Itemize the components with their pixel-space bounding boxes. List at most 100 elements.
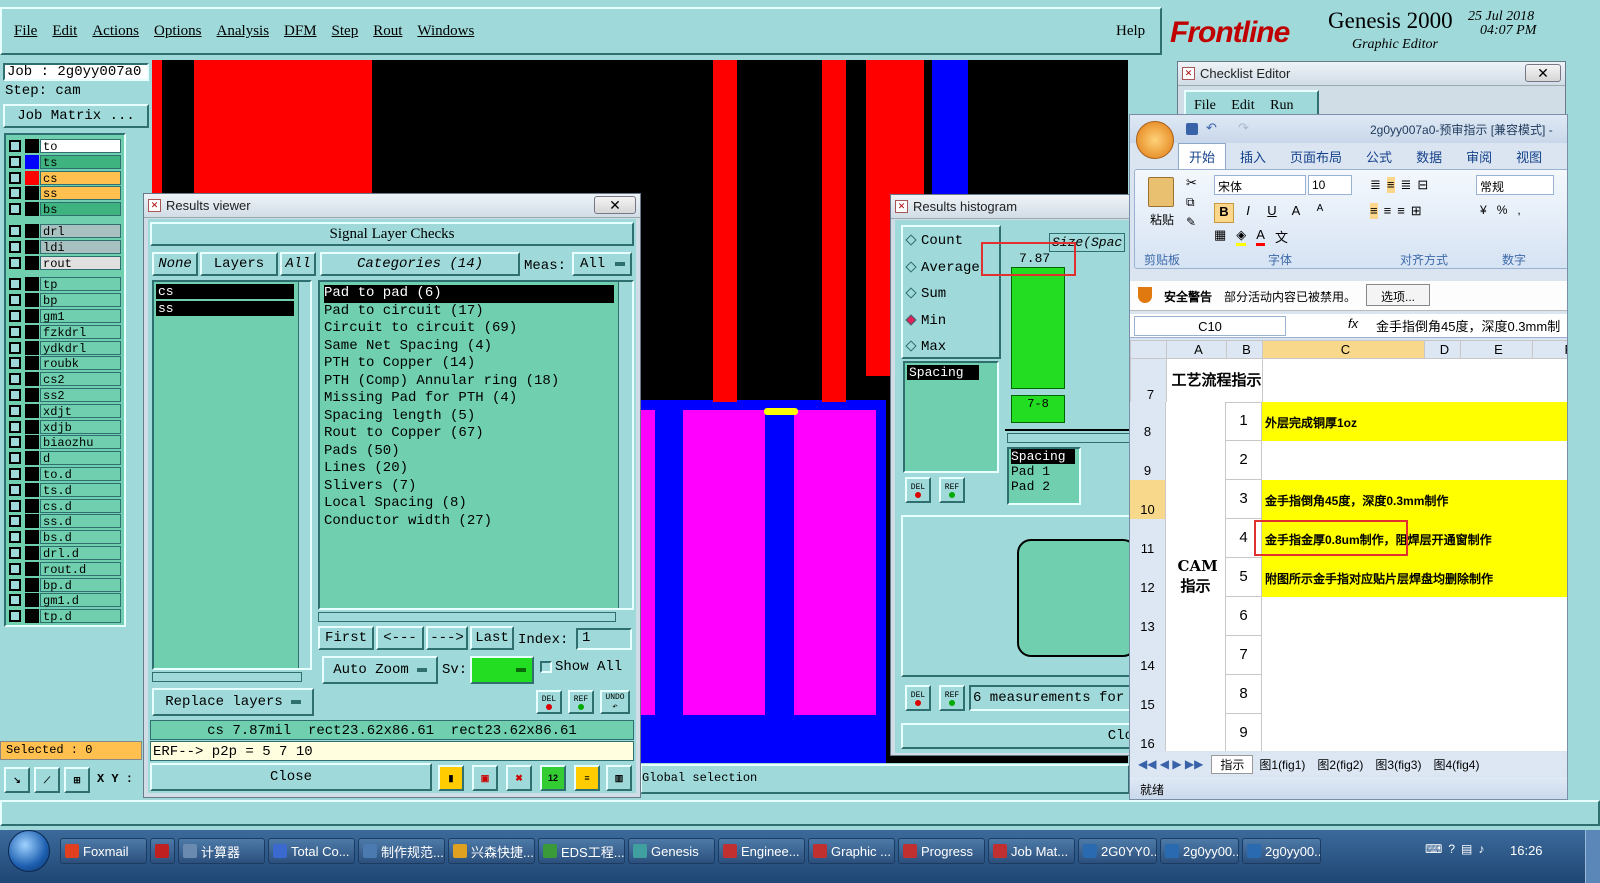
layer-row-bp[interactable]: bp	[9, 293, 121, 308]
layer-checkbox[interactable]	[9, 357, 21, 370]
layer-list-hscroll[interactable]	[152, 672, 302, 682]
taskbar-item[interactable]: 2g0yy00...	[1242, 838, 1321, 864]
col-header-d[interactable]: D	[1424, 340, 1461, 359]
layer-row-ts[interactable]: ts	[9, 154, 121, 170]
align-left-icon[interactable]: ≡	[1370, 203, 1378, 219]
first-button[interactable]: First	[318, 626, 374, 650]
histogram-list[interactable]: Spacing	[903, 361, 999, 473]
row-number-cell[interactable]: 6	[1226, 597, 1262, 636]
layer-name[interactable]: ss.d	[40, 514, 121, 529]
currency-icon[interactable]: ¥	[1480, 203, 1487, 217]
layer-name[interactable]: xdjt	[40, 403, 121, 419]
row-number-cell[interactable]: 1	[1226, 402, 1262, 441]
next-button[interactable]: --->	[426, 626, 468, 650]
layer-row-xdjb[interactable]: xdjb	[9, 419, 121, 435]
layer-name[interactable]: drl	[40, 224, 121, 239]
flag-icon[interactable]: ▮	[438, 765, 464, 791]
name-box[interactable]: C10	[1134, 316, 1286, 336]
layer-row-ydkdrl[interactable]: ydkdrl	[9, 340, 121, 356]
hist-ref-button[interactable]: REF	[939, 477, 965, 503]
sheet-tab[interactable]: 图2(fig2)	[1311, 756, 1369, 773]
taskbar-item[interactable]: Enginee...	[718, 838, 805, 864]
row-header[interactable]: 12	[1130, 558, 1166, 597]
chart-icon[interactable]: ▥	[606, 765, 632, 791]
category-item[interactable]: Missing Pad for PTH (4)	[324, 390, 614, 408]
security-options-button[interactable]: 选项...	[1366, 284, 1430, 306]
layer-row-fzkdrl[interactable]: fzkdrl	[9, 324, 121, 340]
layer-checkbox[interactable]	[9, 499, 21, 512]
layer-row-bs[interactable]: bs	[9, 202, 121, 217]
layer-row-ss2[interactable]: ss2	[9, 388, 121, 403]
align-bottom-icon[interactable]: ≣	[1401, 177, 1412, 193]
tool-icon-3[interactable]: ⊞	[64, 767, 90, 793]
histogram-bar[interactable]	[1011, 267, 1065, 389]
layer-checkbox[interactable]	[9, 203, 21, 216]
taskbar-item[interactable]: 计算器	[178, 838, 265, 864]
category-item[interactable]: PTH to Copper (14)	[324, 355, 614, 373]
row-number-cell[interactable]: 3	[1226, 480, 1262, 519]
layer-checkbox[interactable]	[9, 389, 21, 401]
layer-row-bp.d[interactable]: bp.d	[9, 577, 121, 593]
cam-group-cell[interactable]: CAM指示	[1166, 402, 1226, 751]
taskbar-item[interactable]: Job Mat...	[988, 838, 1075, 864]
layer-row-to[interactable]: to	[9, 139, 121, 154]
layer-name[interactable]: ts.d	[40, 482, 121, 498]
tab-home[interactable]: 开始	[1178, 143, 1227, 169]
taskbar-item[interactable]: 兴森快捷...	[448, 838, 535, 864]
all-button[interactable]: All	[280, 252, 316, 276]
fill-color-icon[interactable]: ◈	[1236, 227, 1247, 246]
sheet-tab[interactable]: 指示	[1211, 754, 1254, 774]
row-header[interactable]: 15	[1130, 675, 1166, 714]
stat-option-sum[interactable]: Sum	[905, 286, 980, 313]
category-item[interactable]: Pad to circuit (17)	[324, 303, 614, 321]
align-center-icon[interactable]: ≡	[1384, 203, 1392, 219]
row-number-cell[interactable]: 2	[1226, 441, 1262, 480]
menu-windows[interactable]: Windows	[417, 23, 474, 40]
col-header-a[interactable]: A	[1166, 340, 1227, 359]
stat-option-count[interactable]: Count	[905, 233, 980, 260]
layer-checkbox[interactable]	[9, 140, 21, 152]
underline-icon[interactable]: U	[1262, 203, 1282, 223]
layer-checkbox[interactable]	[9, 278, 21, 291]
layer-name[interactable]: ldi	[40, 239, 121, 255]
tab-data[interactable]: 数据	[1416, 147, 1442, 166]
layer-checkbox[interactable]	[9, 436, 21, 449]
layer-name[interactable]: roubk	[40, 356, 121, 371]
row-text-cell[interactable]: 附图所示金手指对应贴片层焊盘均删除制作	[1262, 558, 1567, 597]
tab-formulas[interactable]: 公式	[1366, 147, 1392, 166]
border-icon[interactable]: ▦	[1214, 227, 1226, 246]
grow-font-icon[interactable]: A	[1286, 203, 1306, 223]
layer-name[interactable]: biaozhu	[40, 435, 121, 450]
volume-icon[interactable]: ♪	[1478, 842, 1484, 856]
taskbar-item[interactable]: Graphic ...	[808, 838, 895, 864]
row-text-cell[interactable]	[1262, 636, 1567, 675]
layer-list-scrollbar[interactable]	[298, 282, 310, 668]
row-header[interactable]: 13	[1130, 597, 1166, 636]
layer-name[interactable]: bp	[40, 293, 121, 308]
layer-row-rout.d[interactable]: rout.d	[9, 561, 121, 577]
align-right-icon[interactable]: ≡	[1397, 203, 1405, 219]
categories-button[interactable]: Categories (14)	[320, 252, 520, 276]
corner-cell[interactable]	[1130, 340, 1167, 359]
bold-icon[interactable]: B	[1214, 203, 1234, 223]
hist-close-button[interactable]: Clo	[901, 723, 1129, 749]
layer-name[interactable]: bp.d	[40, 577, 121, 593]
ref-button[interactable]: REF	[568, 690, 594, 714]
layer-row-cs2[interactable]: cs2	[9, 372, 121, 387]
row-number-cell[interactable]: 7	[1226, 636, 1262, 675]
undo-button[interactable]: UNDO ↶	[600, 690, 630, 714]
layer-name[interactable]: ss	[40, 186, 121, 201]
header-empty-cell[interactable]	[1262, 358, 1567, 403]
layer-row-rout[interactable]: rout	[9, 255, 121, 271]
fx-icon[interactable]: fx	[1348, 316, 1358, 331]
layer-checkbox[interactable]	[9, 256, 21, 269]
layer-checkbox[interactable]	[9, 594, 21, 607]
layer-checkbox[interactable]	[9, 155, 21, 168]
layer-row-ss.d[interactable]: ss.d	[9, 514, 121, 529]
row-header[interactable]: 8	[1130, 402, 1166, 441]
layer-row-roubk[interactable]: roubk	[9, 356, 121, 371]
row-number-cell[interactable]: 5	[1226, 558, 1262, 597]
align-top-icon[interactable]: ≣	[1370, 177, 1381, 193]
tab-review[interactable]: 审阅	[1466, 147, 1492, 166]
checklist-menu-file[interactable]: File	[1194, 98, 1216, 113]
